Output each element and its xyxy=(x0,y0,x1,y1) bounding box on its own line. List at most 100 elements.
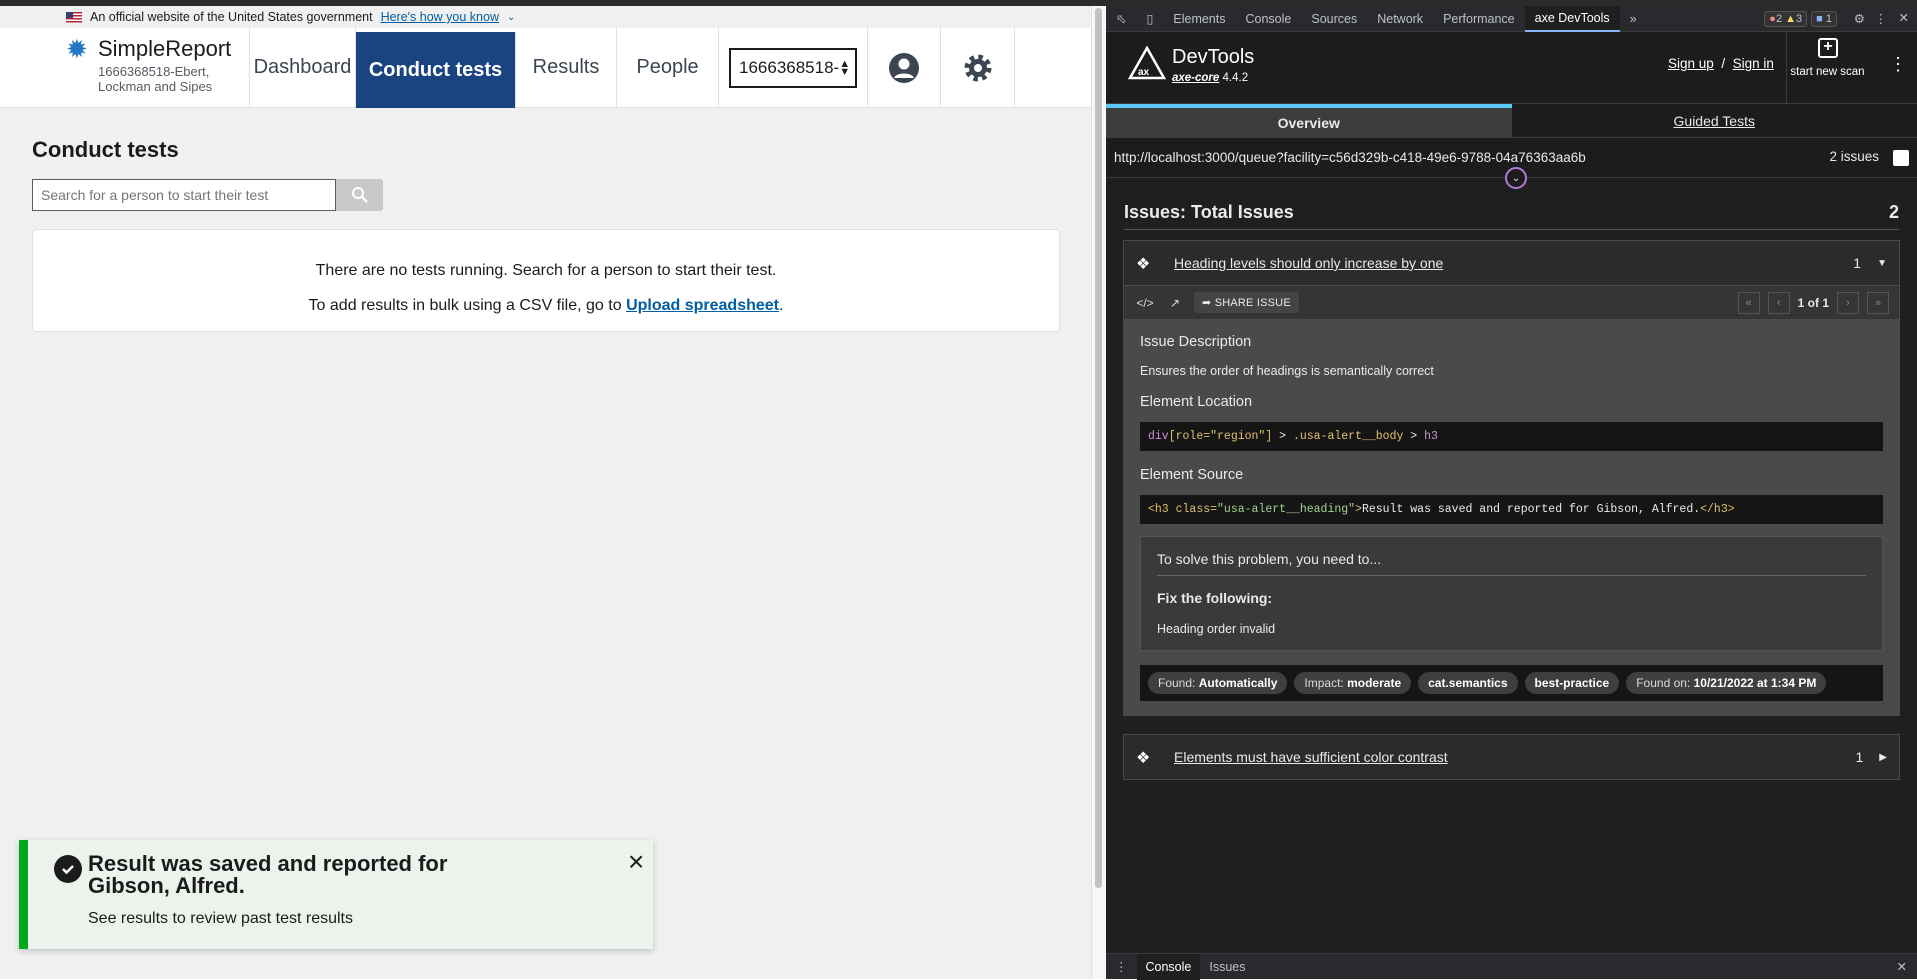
tab-axe-devtools[interactable]: axe DevTools xyxy=(1525,6,1620,32)
axe-core-link[interactable]: axe-core xyxy=(1172,72,1219,84)
app-header: ✹ SimpleReport 1666368518-Ebert, Lockman… xyxy=(0,28,1091,108)
tab-sources[interactable]: Sources xyxy=(1301,6,1367,32)
selector-combinator: > xyxy=(1272,430,1293,443)
main-content: Conduct tests Search for a person to sta… xyxy=(32,109,1062,332)
upload-spreadsheet-link[interactable]: Upload spreadsheet xyxy=(626,297,779,314)
highlight-target-icon[interactable]: ❖ xyxy=(1136,254,1154,272)
axe-core-version: axe-core 4.4.2 xyxy=(1172,72,1248,84)
warning-count-value: 3 xyxy=(1796,13,1802,25)
page-scrollbar[interactable] xyxy=(1091,6,1105,979)
tag-found-key: Found: xyxy=(1158,676,1195,690)
source-close-tag: </h3> xyxy=(1700,503,1735,516)
bulk-upload-suffix: . xyxy=(779,297,783,314)
devtools-panel: ⬁ ▯ Elements Console Sources Network Per… xyxy=(1106,6,1917,979)
first-page-icon[interactable]: « xyxy=(1738,292,1760,314)
issue-card: ❖ Heading levels should only increase by… xyxy=(1123,240,1900,716)
close-icon[interactable]: × xyxy=(628,848,644,876)
caret-down-icon[interactable]: ▼ xyxy=(1877,258,1887,269)
issue-header[interactable]: ❖ Elements must have sufficient color co… xyxy=(1124,735,1899,779)
empty-message: There are no tests running. Search for a… xyxy=(33,253,1059,288)
svg-text:ax: ax xyxy=(1138,67,1150,78)
device-toolbar-icon[interactable]: ▯ xyxy=(1136,6,1163,32)
tag-found: Found: Automatically xyxy=(1148,672,1287,694)
remediation-heading: To solve this problem, you need to... xyxy=(1157,551,1866,576)
issue-pager: « ‹ 1 of 1 › » xyxy=(1738,292,1889,314)
logo[interactable]: ✹ SimpleReport 1666368518-Ebert, Lockman… xyxy=(0,28,250,107)
prev-page-icon[interactable]: ‹ xyxy=(1768,292,1790,314)
issue-name[interactable]: Heading levels should only increase by o… xyxy=(1174,255,1853,271)
search-input[interactable]: Search for a person to start their test xyxy=(32,179,336,211)
gov-banner-link[interactable]: Here's how you know xyxy=(381,10,499,24)
tag-impact-key: Impact: xyxy=(1304,676,1343,690)
tag-impact-value: moderate xyxy=(1347,676,1401,690)
facility-name: 1666368518-Ebert, Lockman and Sipes xyxy=(66,64,249,94)
source-open-end: > xyxy=(1355,503,1362,516)
empty-queue-card: There are no tests running. Search for a… xyxy=(32,229,1060,332)
facility-select[interactable]: 1666368518- ▲▼ xyxy=(729,48,857,88)
element-source-code[interactable]: <h3 class="usa-alert__heading">Result wa… xyxy=(1140,495,1883,524)
issue-instance-count: 1 xyxy=(1853,255,1861,271)
close-drawer-icon[interactable]: ✕ xyxy=(1897,959,1907,974)
sign-up-link[interactable]: Sign up xyxy=(1668,56,1714,71)
error-count-value: 2 xyxy=(1776,13,1782,25)
save-icon[interactable] xyxy=(1893,150,1909,166)
tab-network[interactable]: Network xyxy=(1367,6,1433,32)
gear-icon[interactable]: ⚙ xyxy=(1854,11,1865,26)
settings-button[interactable] xyxy=(941,28,1015,107)
tab-elements[interactable]: Elements xyxy=(1163,6,1235,32)
tag-best-practice-value: best-practice xyxy=(1535,676,1610,690)
caret-right-icon[interactable]: ▶ xyxy=(1879,752,1887,763)
issue-card: ❖ Elements must have sufficient color co… xyxy=(1123,734,1900,780)
search-icon xyxy=(351,186,369,204)
scrollbar-thumb[interactable] xyxy=(1095,8,1102,888)
collapse-toggle-icon[interactable]: ⌄ xyxy=(1505,167,1527,189)
tag-category: cat.semantics xyxy=(1418,672,1517,694)
kebab-menu-icon[interactable]: ⋮ xyxy=(1875,11,1888,26)
tab-performance[interactable]: Performance xyxy=(1433,6,1525,32)
start-new-scan-button[interactable]: + start new scan xyxy=(1786,32,1868,104)
tab-guided-tests[interactable]: Guided Tests xyxy=(1512,104,1917,137)
external-link-icon[interactable]: ↗ xyxy=(1164,292,1186,314)
us-flag-icon xyxy=(66,12,82,23)
next-page-icon[interactable]: › xyxy=(1837,292,1859,314)
tab-console[interactable]: Console xyxy=(1235,6,1301,32)
tag-found-on: Found on: 10/21/2022 at 1:34 PM xyxy=(1626,672,1826,694)
gear-icon xyxy=(962,52,994,84)
nav-results[interactable]: Results xyxy=(516,28,617,107)
toast-body: See results to review past test results xyxy=(88,910,353,928)
axe-menu-icon[interactable]: ⋮ xyxy=(1889,54,1907,75)
user-menu-button[interactable] xyxy=(868,28,941,107)
code-icon[interactable]: </> xyxy=(1134,292,1156,314)
element-source-heading: Element Source xyxy=(1140,467,1883,483)
nav-people[interactable]: People xyxy=(617,28,719,107)
issue-name[interactable]: Elements must have sufficient color cont… xyxy=(1174,749,1856,765)
success-toast: Result was saved and reported for Gibson… xyxy=(19,840,653,949)
issue-header[interactable]: ❖ Heading levels should only increase by… xyxy=(1124,241,1899,285)
source-text: Result was saved and reported for Gibson… xyxy=(1362,503,1700,516)
search-button[interactable] xyxy=(336,179,383,211)
selector-attr: [role="region"] xyxy=(1169,430,1273,443)
gov-banner: An official website of the United States… xyxy=(0,6,1091,28)
page-indicator: 1 of 1 xyxy=(1798,296,1829,310)
close-devtools-icon[interactable]: ✕ xyxy=(1899,10,1909,25)
more-tabs-icon[interactable]: » xyxy=(1620,6,1647,32)
scan-url-bar: http://localhost:3000/queue?facility=c56… xyxy=(1106,138,1917,178)
inspect-icon[interactable]: ⬁ xyxy=(1106,6,1136,32)
share-issue-button[interactable]: ➦ SHARE ISSUE xyxy=(1194,292,1299,313)
sign-in-link[interactable]: Sign in xyxy=(1733,56,1774,71)
drawer-menu-icon[interactable]: ⋮ xyxy=(1106,954,1137,980)
nav-conduct-tests[interactable]: Conduct tests xyxy=(356,32,516,108)
element-location-code[interactable]: div[role="region"] > .usa-alert__body > … xyxy=(1140,422,1883,451)
console-counts[interactable]: ●2 ▲3 ■ 1 xyxy=(1764,11,1837,27)
issues-title: Issues: Total Issues xyxy=(1124,202,1294,223)
tab-overview[interactable]: Overview xyxy=(1106,104,1512,137)
nav-dashboard[interactable]: Dashboard xyxy=(250,28,356,107)
plus-icon: + xyxy=(1818,38,1838,58)
fix-message: Heading order invalid xyxy=(1157,622,1866,636)
last-page-icon[interactable]: » xyxy=(1867,292,1889,314)
drawer-tab-issues[interactable]: Issues xyxy=(1200,954,1254,980)
selector-combinator-2: > xyxy=(1403,430,1424,443)
drawer-tab-console[interactable]: Console xyxy=(1137,954,1201,980)
highlight-target-icon[interactable]: ❖ xyxy=(1136,748,1154,766)
simplereport-logo-icon: ✹ xyxy=(66,34,88,65)
